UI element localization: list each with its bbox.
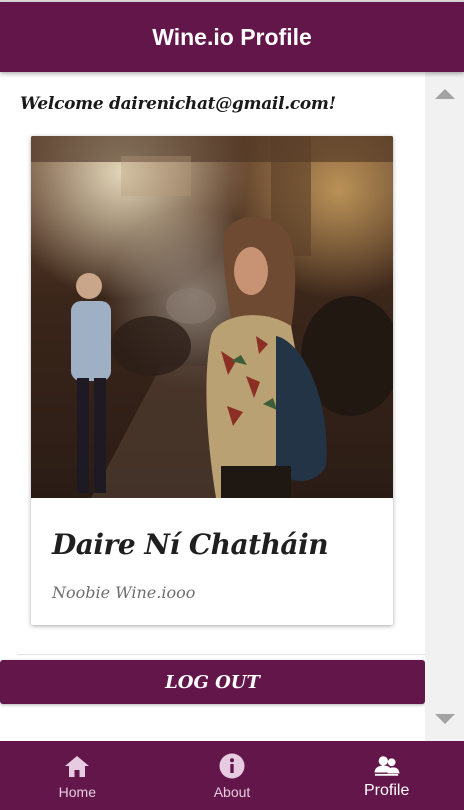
home-icon [64, 753, 90, 779]
profile-photo [31, 136, 393, 498]
divider [17, 654, 425, 655]
bottom-navigation: Home About Profile [0, 741, 464, 810]
nav-label-about: About [213, 784, 251, 800]
people-icon [374, 753, 400, 779]
nav-item-home[interactable]: Home [0, 741, 155, 810]
app-title: Wine.io Profile [152, 23, 312, 50]
app-bar: Wine.io Profile [0, 2, 464, 72]
nav-item-about[interactable]: About [155, 741, 310, 810]
profile-rank: Noobie Wine.iooo [52, 583, 196, 602]
scroll-up-arrow-icon[interactable] [435, 89, 455, 99]
welcome-message: Welcome dairenichat@gmail.com! [20, 94, 336, 114]
profile-card: Daire Ní Chatháin Noobie Wine.iooo [31, 136, 393, 625]
profile-content[interactable]: Welcome dairenichat@gmail.com! Daire Ní … [0, 72, 425, 741]
scroll-down-arrow-icon[interactable] [435, 714, 455, 724]
info-icon [219, 753, 245, 779]
nav-label-home: Home [58, 784, 97, 800]
profile-name: Daire Ní Chatháin [52, 528, 329, 561]
profile-photo-image [31, 136, 393, 498]
nav-item-profile[interactable]: Profile [309, 741, 464, 810]
nav-label-profile: Profile [364, 782, 410, 799]
scrollbar[interactable] [425, 72, 464, 741]
logout-button[interactable]: LOG OUT [0, 660, 425, 704]
